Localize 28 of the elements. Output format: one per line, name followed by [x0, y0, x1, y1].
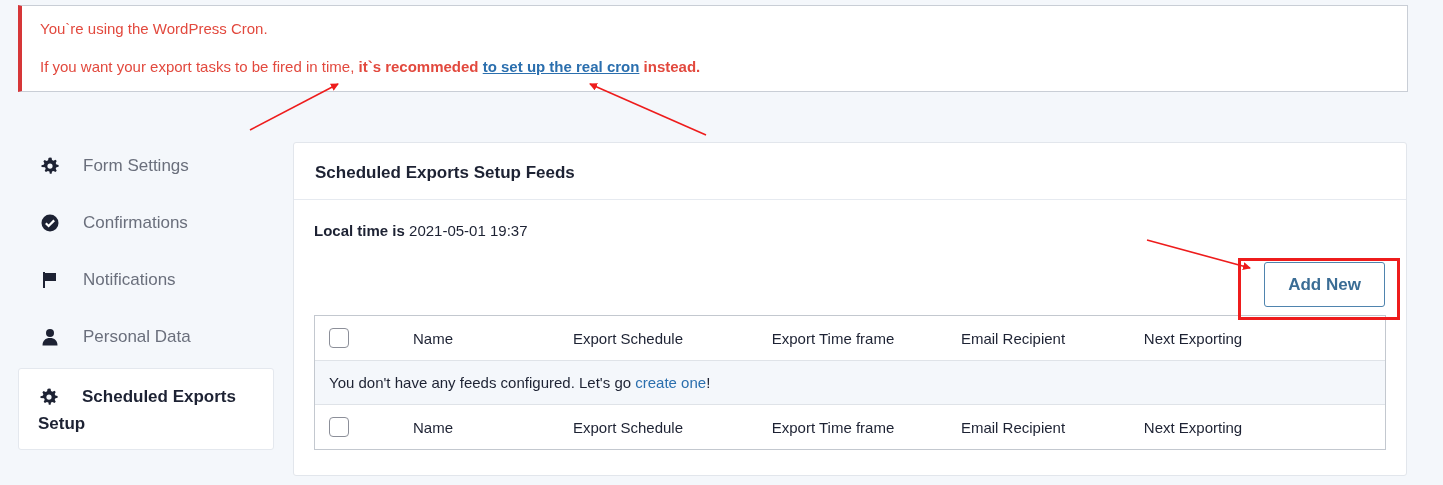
column-header: Name	[412, 418, 454, 436]
sidebar-item[interactable]: Personal Data	[18, 310, 274, 367]
sidebar-item[interactable]: Scheduled Exports Setup	[18, 368, 274, 450]
column-header: Export Time frame	[770, 418, 896, 436]
cron-link[interactable]: to set up the real cron	[482, 58, 640, 75]
column-header: Export Schedule	[571, 329, 685, 347]
sidebar-item[interactable]: Form Settings	[18, 139, 274, 196]
notice-text: You`re using the WordPress Cron.	[40, 19, 269, 39]
column-header: Next Exporting	[1142, 329, 1244, 347]
checkbox[interactable]	[329, 328, 349, 348]
check-circle-icon	[40, 213, 60, 233]
sidebar-item[interactable]: Confirmations	[18, 196, 274, 253]
sidebar-item[interactable]: Notifications	[18, 253, 274, 310]
local-time-text: Local time is 2021-05-01 19:37	[314, 222, 529, 239]
person-icon	[40, 327, 60, 347]
column-header: Name	[412, 329, 454, 347]
checkbox[interactable]	[329, 417, 349, 437]
column-header: Export Time frame	[770, 329, 896, 347]
gear-icon	[40, 156, 60, 176]
notice-text: If you want your export tasks to be fired in time, it`s recommeded to set up the real cron instead.	[40, 57, 702, 77]
column-header: Next Exporting	[1142, 418, 1244, 436]
add-new-button[interactable]: Add New	[1264, 262, 1385, 307]
gear-icon	[39, 387, 59, 407]
empty-message: You don't have any feeds configured. Let's go create one!	[329, 374, 711, 391]
column-header: Export Schedule	[571, 418, 685, 436]
column-header: Email Recipient	[959, 418, 1067, 436]
panel-title: Scheduled Exports Setup Feeds	[294, 143, 1406, 200]
column-header: Email Recipient	[959, 329, 1067, 347]
